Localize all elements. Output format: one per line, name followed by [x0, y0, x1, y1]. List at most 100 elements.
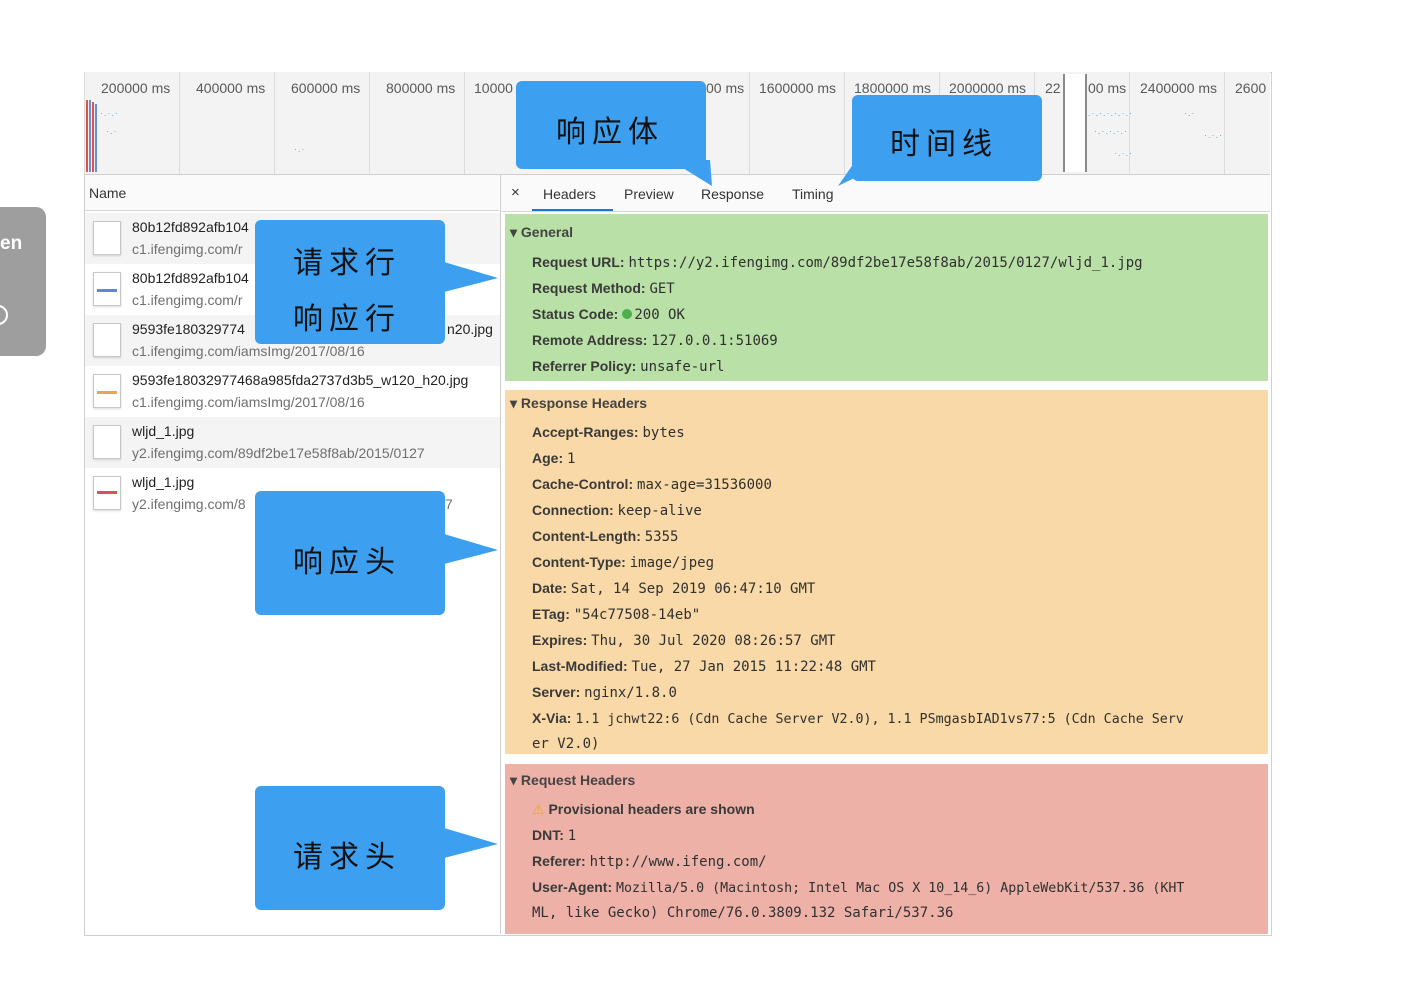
warning-text: Provisional headers are shown: [548, 801, 755, 817]
active-tab-indicator: [532, 209, 613, 211]
request-headers-section: ▾ Request Headers ⚠ Provisional headers …: [505, 764, 1268, 934]
header-value: unsafe-url: [640, 359, 725, 375]
close-icon[interactable]: ×: [511, 184, 520, 201]
request-domain: c1.ifengimg.com/r: [132, 241, 243, 257]
circle-icon: [0, 305, 8, 325]
timeline-tick: 1800000 ms: [854, 80, 932, 96]
timeline-tick: 2000000 ms: [949, 80, 1027, 96]
header-value: nginx/1.8.0: [584, 685, 677, 701]
header-key: Server:: [532, 684, 581, 700]
header-value: "54c77508-14eb": [573, 607, 701, 623]
header-key: Content-Length:: [532, 528, 641, 544]
timeline-dots: ·.·.·: [100, 108, 119, 118]
general-row: Request URL: https://y2.ifengimg.com/89d…: [532, 254, 1143, 271]
request-row[interactable]: wljd_1.jpg y2.ifengimg.com/89df2be17e58f…: [85, 417, 500, 468]
request-domain: c1.ifengimg.com/iamsImg/2017/08/16: [132, 343, 365, 359]
general-section: ▾ General Request URL: https://y2.ifengi…: [505, 214, 1268, 381]
tab-timing[interactable]: Timing: [792, 186, 834, 202]
header-key: Date:: [532, 580, 568, 596]
timeline-tick: 00 ms: [1088, 80, 1127, 96]
header-value: GET: [649, 281, 675, 297]
name-column-header[interactable]: Name: [85, 175, 499, 211]
request-name: wljd_1.jpg: [132, 423, 195, 439]
timeline-gridline: [274, 72, 275, 174]
image-icon: [93, 476, 121, 510]
callout-response-line-label: 响应行: [293, 302, 401, 337]
file-icon: [93, 425, 121, 459]
response-headers-section: ▾ Response Headers Accept-Ranges: bytes …: [505, 390, 1268, 754]
timeline-gridline: [464, 72, 465, 174]
image-icon: [93, 374, 121, 408]
header-key: Expires:: [532, 632, 588, 648]
request-header-row: DNT: 1: [532, 827, 576, 844]
warning-icon: ⚠: [532, 801, 545, 817]
callout-response-body: 响应体: [516, 81, 706, 169]
timeline-request-bar: [86, 100, 88, 172]
header-value: max-age=31536000: [637, 477, 772, 493]
request-domain: y2.ifengimg.com/8: [132, 496, 246, 512]
request-domain: c1.ifengimg.com/iamsImg/2017/08/16: [132, 394, 365, 410]
response-header-row: Server: nginx/1.8.0: [532, 684, 677, 701]
timeline-tick: 800000 ms: [386, 80, 456, 96]
timeline-dots: ·.·: [294, 144, 306, 154]
response-header-row: Connection: keep-alive: [532, 502, 702, 519]
timeline-tick: 200000 ms: [101, 80, 171, 96]
callout-response-body-label: 响应体: [556, 115, 664, 150]
callout-response-header: 响应头: [255, 491, 445, 615]
header-value: 200 OK: [634, 307, 685, 323]
callout-request-header-label: 请求头: [293, 840, 401, 875]
callout-pointer: [444, 262, 498, 292]
side-overlay-chip[interactable]: en: [0, 207, 46, 356]
request-name: 9593fe18032977468a985fda2737d3b5_w120_h2…: [132, 372, 469, 388]
panel-divider[interactable]: [500, 174, 501, 934]
timeline-gridline: [1129, 72, 1130, 174]
response-header-row: Accept-Ranges: bytes: [532, 424, 685, 441]
header-key: ETag:: [532, 606, 570, 622]
request-row[interactable]: 9593fe18032977468a985fda2737d3b5_w120_h2…: [85, 366, 500, 417]
header-key: Referer:: [532, 853, 586, 869]
response-headers-toggle[interactable]: ▾ Response Headers: [510, 395, 647, 412]
header-value-continued: ML, like Gecko) Chrome/76.0.3809.132 Saf…: [532, 905, 954, 921]
header-value: Thu, 30 Jul 2020 08:26:57 GMT: [591, 633, 836, 649]
header-value: http://www.ifeng.com/: [589, 854, 767, 870]
image-icon: [93, 272, 121, 306]
header-key: X-Via:: [532, 710, 572, 726]
callout-pointer: [838, 160, 891, 186]
request-name: wljd_1.jpg: [132, 474, 195, 490]
timeline-tick: 1600000 ms: [759, 80, 837, 96]
header-value: image/jpeg: [629, 555, 715, 571]
request-name: 9593fe180329774: [132, 321, 245, 337]
timeline-gridline: [369, 72, 370, 174]
side-chip-label: en: [0, 233, 23, 254]
header-key: Accept-Ranges:: [532, 424, 639, 440]
header-key: Cache-Control:: [532, 476, 634, 492]
timeline-selection-handle[interactable]: [1063, 74, 1087, 172]
tab-headers[interactable]: Headers: [543, 186, 596, 202]
header-key: Status Code:: [532, 306, 619, 322]
callout-pointer: [670, 160, 712, 186]
response-header-row: Content-Length: 5355: [532, 528, 678, 545]
callout-response-header-label: 响应头: [293, 545, 401, 580]
request-header-row: User-Agent: Mozilla/5.0 (Macintosh; Inte…: [532, 879, 1184, 896]
general-section-title: General: [520, 224, 574, 240]
timeline-dots: ·.·.·: [1114, 148, 1133, 158]
request-header-row: Referer: http://www.ifeng.com/: [532, 853, 767, 870]
tab-preview[interactable]: Preview: [624, 186, 674, 202]
general-row: Remote Address: 127.0.0.1:51069: [532, 332, 778, 349]
header-value: keep-alive: [617, 503, 702, 519]
general-section-toggle[interactable]: ▾ General: [510, 224, 573, 241]
header-key: Connection:: [532, 502, 614, 518]
callout-request-line-label: 请求行: [293, 246, 401, 281]
request-name-tail: n20.jpg: [447, 321, 493, 337]
timeline-dots: ·.·.·: [1204, 130, 1223, 140]
header-value: Sat, 14 Sep 2019 06:47:10 GMT: [570, 581, 816, 597]
response-header-row: Age: 1: [532, 450, 575, 467]
header-key: User-Agent:: [532, 879, 613, 895]
request-domain-tail: 7: [445, 496, 453, 512]
request-headers-toggle[interactable]: ▾ Request Headers: [510, 772, 635, 789]
request-header-wrap: ML, like Gecko) Chrome/76.0.3809.132 Saf…: [532, 904, 953, 921]
timeline-tick: 400000 ms: [196, 80, 266, 96]
status-ok-icon: [622, 309, 633, 319]
callout-request-response-line: 请求行 响应行: [255, 220, 445, 344]
timeline-request-bar: [92, 102, 94, 172]
